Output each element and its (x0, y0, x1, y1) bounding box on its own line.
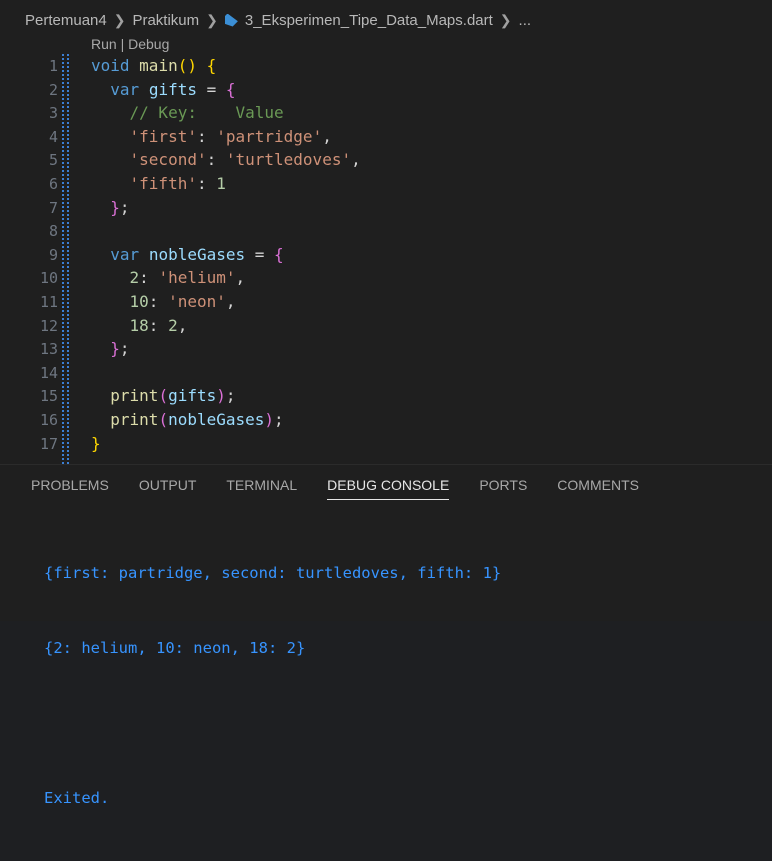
code-text: 'second': 'turtledoves', (129, 150, 361, 170)
tab-terminal[interactable]: TERMINAL (226, 477, 297, 500)
code-text: 'fifth': 1 (129, 174, 226, 193)
code-line[interactable]: 14 (0, 361, 772, 385)
console-line: {2: helium, 10: neon, 18: 2} (44, 639, 306, 657)
code-line[interactable]: 11 10: 'neon', (0, 290, 772, 314)
code-text: print(nobleGases); (110, 410, 284, 429)
code-line[interactable]: 2 var gifts = { (0, 78, 772, 102)
line-number: 7 (48, 198, 58, 217)
breadcrumb-item-pertemuan4[interactable]: Pertemuan4 (25, 12, 107, 29)
debug-console-output: {first: partridge, second: turtledoves, … (44, 511, 501, 861)
line-number: 14 (39, 363, 58, 382)
line-number: 8 (48, 222, 58, 241)
code-line[interactable]: 17} (0, 432, 772, 456)
breadcrumb-item-file[interactable]: 3_Eksperimen_Tipe_Data_Maps.dart (245, 12, 493, 29)
code-text: } (91, 433, 101, 453)
code-text: 'first': 'partridge', (129, 126, 332, 146)
line-number: 16 (39, 411, 58, 429)
code-line[interactable]: 4 'first': 'partridge', (0, 125, 772, 149)
code-line[interactable]: 16 print(nobleGases); (0, 408, 772, 432)
tab-debug-console[interactable]: DEBUG CONSOLE (327, 477, 450, 500)
line-number: 2 (48, 80, 58, 99)
panel-tabs: PROBLEMS OUTPUT TERMINAL DEBUG CONSOLE P… (31, 477, 639, 500)
line-number: 15 (39, 387, 58, 406)
line-number: 3 (48, 104, 58, 123)
tab-comments[interactable]: COMMENTS (557, 477, 639, 500)
code-text: }; (110, 197, 130, 217)
code-line[interactable]: 9 var nobleGases = { (0, 243, 772, 267)
tab-ports[interactable]: PORTS (479, 477, 527, 500)
line-number: 11 (39, 293, 58, 311)
line-number: 12 (39, 316, 58, 335)
line-number: 1 (48, 57, 58, 75)
line-number: 9 (48, 245, 58, 264)
line-number: 10 (39, 269, 58, 288)
code-line[interactable]: 15 print(gifts); (0, 384, 772, 408)
line-number: 6 (48, 175, 58, 193)
code-line[interactable]: 7 }; (0, 196, 772, 220)
tab-problems[interactable]: PROBLEMS (31, 477, 109, 500)
code-text: // Key: Value (129, 103, 284, 123)
dart-file-icon (224, 13, 238, 27)
code-text: }; (110, 339, 130, 359)
code-text: 10: 'neon', (129, 292, 236, 311)
bottom-panel: PROBLEMS OUTPUT TERMINAL DEBUG CONSOLE P… (0, 464, 772, 807)
code-line[interactable]: 3 // Key: Value (0, 101, 772, 125)
line-number: 4 (48, 127, 58, 146)
breadcrumb: Pertemuan4 ❯ Praktikum ❯ 3_Eksperimen_Ti… (0, 0, 772, 40)
chevron-right-icon: ❯ (113, 11, 126, 28)
breadcrumb-item-more[interactable]: ... (519, 12, 532, 29)
code-line[interactable]: 10 2: 'helium', (0, 266, 772, 290)
code-editor[interactable]: Run | Debug 1 void main() { 2 var gifts = … (0, 36, 772, 464)
code-line[interactable]: 5 'second': 'turtledoves', (0, 148, 772, 172)
chevron-right-icon: ❯ (206, 11, 218, 28)
code-text: print(gifts); (110, 386, 236, 406)
code-line[interactable]: 12 18: 2, (0, 314, 772, 338)
code-line[interactable]: 6 'fifth': 1 (0, 172, 772, 196)
line-number: 17 (39, 434, 58, 453)
line-number: 13 (39, 340, 58, 359)
chevron-right-icon: ❯ (499, 11, 512, 28)
line-number: 5 (48, 151, 58, 170)
breadcrumb-item-praktikum[interactable]: Praktikum (132, 12, 199, 29)
code-text: var nobleGases = { (110, 244, 284, 264)
code-text: 18: 2, (129, 315, 188, 335)
codelens-run-debug[interactable]: Run | Debug (91, 36, 169, 52)
console-line: Exited. (44, 789, 110, 807)
code-text: 2: 'helium', (129, 268, 246, 288)
tab-output[interactable]: OUTPUT (139, 477, 197, 500)
code-text: var gifts = { (110, 79, 236, 99)
code-text: void main() { (91, 56, 217, 75)
code-line[interactable]: 1 void main() { (0, 54, 772, 78)
code-line[interactable]: 8 (0, 219, 772, 243)
code-line[interactable]: 13 }; (0, 337, 772, 361)
console-line: {first: partridge, second: turtledoves, … (44, 564, 502, 582)
